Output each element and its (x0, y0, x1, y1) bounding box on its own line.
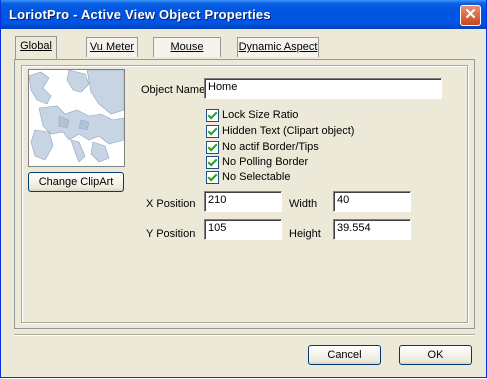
clipart-preview (28, 69, 125, 167)
close-icon: ✕ (464, 6, 477, 23)
tab-mouse-action[interactable]: Mouse Action (153, 37, 221, 71)
width-label: Width (289, 198, 318, 210)
x-position-input[interactable]: 210 (204, 191, 282, 212)
close-button[interactable]: ✕ (460, 5, 481, 26)
title-bar[interactable]: LoriotPro - Active View Object Propertie… (1, 0, 486, 29)
checkbox-checked-icon (206, 156, 219, 169)
checkbox-checked-icon (206, 141, 219, 154)
europe-map-image (29, 70, 124, 166)
tab-vu-meter[interactable]: Vu Meter (86, 37, 138, 57)
cancel-button[interactable]: Cancel (308, 345, 381, 365)
object-name-label: Object Name (141, 84, 206, 96)
properties-dialog: LoriotPro - Active View Object Propertie… (0, 0, 487, 378)
object-name-input[interactable]: Home (204, 78, 442, 99)
ok-button[interactable]: OK (399, 345, 472, 365)
width-input[interactable]: 40 (333, 191, 411, 212)
checkbox-checked-icon (206, 125, 219, 138)
height-input[interactable]: 39.554 (333, 219, 411, 240)
change-clipart-button[interactable]: Change ClipArt (28, 172, 124, 192)
x-position-label: X Position (146, 198, 196, 210)
checkbox-checked-icon (206, 109, 219, 122)
checkbox-checked-icon (206, 171, 219, 184)
window-title: LoriotPro - Active View Object Propertie… (9, 7, 271, 22)
y-position-label: Y Position (146, 228, 196, 240)
tab-dynamic-aspect[interactable]: Dynamic Aspect (237, 37, 319, 57)
tab-global[interactable]: Global (15, 36, 57, 59)
y-position-input[interactable]: 105 (204, 219, 282, 240)
separator (14, 334, 475, 336)
height-label: Height (289, 228, 321, 240)
